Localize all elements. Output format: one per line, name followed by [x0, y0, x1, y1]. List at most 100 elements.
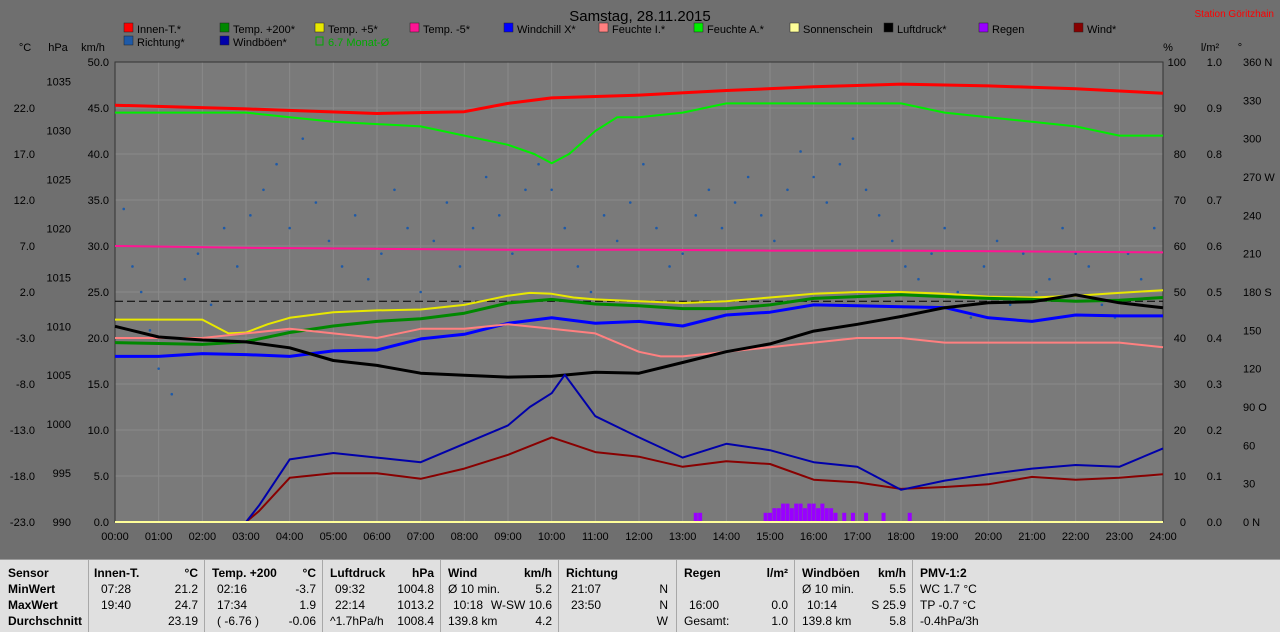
- direction-point: [812, 175, 815, 179]
- rain-tick-label: 0.2: [1207, 425, 1222, 437]
- direction-point: [838, 162, 842, 166]
- direction-point: [550, 188, 553, 192]
- x-tick-label: 11:00: [582, 531, 609, 543]
- direction-tick-label: 120: [1243, 364, 1261, 376]
- direction-point: [1008, 303, 1012, 307]
- wind-tick-label: 30.0: [88, 241, 109, 253]
- stats-value: 1.0: [771, 614, 788, 628]
- x-tick-label: 03:00: [232, 531, 260, 543]
- stats-value: 07:28: [101, 582, 132, 596]
- humidity-tick-label: 10: [1174, 471, 1186, 483]
- stats-header-sensor: Sensor: [8, 566, 49, 580]
- legend-swatch: [789, 22, 800, 33]
- direction-tick-label: 30: [1243, 479, 1255, 491]
- direction-point: [157, 367, 160, 370]
- direction-point: [1087, 265, 1091, 268]
- rain-bar: [776, 508, 781, 522]
- weather-chart: Samstag, 28.11.2015 Station Göritzhain I…: [0, 0, 1280, 559]
- stats-value: TP -0.7 °C: [920, 598, 976, 612]
- wind-tick-label: 5.0: [94, 471, 109, 483]
- rain-bar: [881, 512, 886, 522]
- rain-bar: [816, 508, 821, 522]
- stats-value: 10:14: [807, 598, 838, 612]
- stats-header: Regen: [684, 566, 721, 580]
- axis-unit-label: °C: [19, 42, 31, 54]
- x-tick-label: 24:00: [1149, 531, 1177, 543]
- rain-bar: [768, 512, 772, 522]
- legend-swatch: [1073, 22, 1084, 33]
- direction-point: [995, 239, 999, 243]
- x-tick-label: 10:00: [538, 531, 566, 543]
- rain-bar: [824, 508, 829, 522]
- rain-tick-label: 0.4: [1207, 333, 1222, 345]
- direction-point: [406, 226, 409, 230]
- humidity-tick-label: 50: [1174, 287, 1186, 299]
- x-tick-label: 06:00: [363, 531, 391, 543]
- stats-value: 24.7: [174, 598, 198, 612]
- direction-point: [1035, 290, 1038, 294]
- rain-bar: [850, 512, 855, 522]
- stats-col-wind: Wind km/h Ø 10 min. 10:18 139.8 km 5.2 W…: [441, 560, 559, 632]
- direction-point: [122, 207, 126, 211]
- stats-unit: °C: [302, 566, 316, 580]
- stats-value: N: [659, 582, 668, 596]
- direction-tick-label: 90 O: [1243, 402, 1267, 414]
- stats-col-sensor: Sensor MinWert MaxWert Durchschnitt: [0, 560, 89, 632]
- direction-point: [170, 392, 174, 396]
- stats-value: 21:07: [571, 582, 602, 596]
- direction-point: [1152, 226, 1156, 230]
- stats-value: 19:40: [101, 598, 132, 612]
- stats-unit: hPa: [411, 566, 434, 580]
- direction-point: [655, 226, 658, 230]
- rain-tick-label: 0.6: [1207, 241, 1222, 253]
- pressure-tick-label: 1035: [47, 77, 71, 89]
- pressure-tick-label: 1025: [47, 174, 71, 186]
- stats-unit: l/m²: [766, 566, 788, 580]
- direction-point: [327, 239, 331, 243]
- direction-point: [301, 137, 305, 140]
- direction-point: [262, 188, 265, 192]
- stats-value: 139.8 km: [802, 614, 852, 628]
- direction-point: [563, 226, 567, 230]
- stats-col-windboen: Windböen km/h Ø 10 min. 10:14 139.8 km 5…: [795, 560, 913, 632]
- wind-tick-label: 15.0: [88, 379, 109, 391]
- rain-bar: [842, 512, 847, 522]
- direction-point: [746, 175, 750, 179]
- x-tick-label: 04:00: [276, 531, 304, 543]
- direction-point: [275, 162, 278, 166]
- direction-point: [694, 214, 698, 217]
- legend-label: Regen: [992, 24, 1024, 36]
- stats-header: Wind: [448, 566, 478, 580]
- rain-bar: [794, 503, 799, 522]
- temp-tick-label: -23.0: [10, 517, 35, 529]
- direction-point: [589, 290, 593, 294]
- rain-bar: [807, 503, 812, 522]
- stats-value: 1013.2: [397, 598, 434, 612]
- stats-value: 22:14: [335, 598, 366, 612]
- direction-point: [799, 150, 802, 153]
- x-tick-label: 00:00: [101, 531, 129, 543]
- stats-col-pmv: PMV-1:2 WC 1.7 °C TP -0.7 °C -0.4hPa/3h: [913, 560, 1280, 632]
- direction-point: [668, 265, 671, 268]
- stats-value: 10:18: [453, 598, 484, 612]
- direction-point: [864, 188, 868, 192]
- rain-bar: [781, 503, 786, 522]
- direction-point: [877, 214, 881, 217]
- direction-point: [484, 175, 488, 179]
- x-tick-label: 19:00: [931, 531, 959, 543]
- stats-value: -0.4hPa/3h: [920, 614, 979, 628]
- stats-value: Ø 10 min.: [802, 582, 855, 596]
- x-tick-label: 12:00: [625, 531, 653, 543]
- axis-unit-label: °: [1238, 42, 1242, 54]
- stats-value: 23:50: [571, 598, 602, 612]
- humidity-tick-label: 0: [1180, 517, 1186, 529]
- x-tick-label: 21:00: [1018, 531, 1046, 543]
- rain-tick-label: 0.5: [1207, 287, 1222, 299]
- direction-point: [956, 290, 960, 294]
- temp-tick-label: -18.0: [10, 471, 35, 483]
- stats-col-regen: Regen l/m² 16:00 Gesamt: 0.0 1.0: [677, 560, 795, 632]
- stats-value: ^1.7hPa/h: [330, 614, 384, 628]
- stats-header: PMV-1:2: [920, 566, 967, 580]
- humidity-tick-label: 100: [1168, 57, 1186, 69]
- direction-point: [917, 277, 920, 281]
